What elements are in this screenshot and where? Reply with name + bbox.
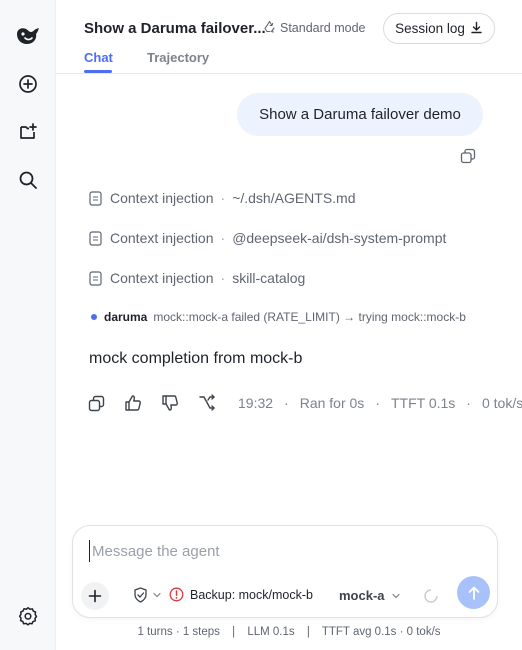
settings-icon[interactable] <box>14 602 42 630</box>
sidebar <box>0 0 56 650</box>
add-attachment-button[interactable] <box>81 582 109 610</box>
add-project-icon[interactable] <box>14 118 42 146</box>
message-input[interactable] <box>89 540 479 562</box>
context-injection-source: ~/.dsh/AGENTS.md <box>232 190 356 206</box>
thumbs-down-icon[interactable] <box>161 394 179 412</box>
ran-for: Ran for 0s <box>299 395 365 411</box>
token-rate: 0 tok/s <box>481 395 522 411</box>
thumbs-up-icon[interactable] <box>124 394 142 412</box>
status-dot <box>91 314 97 320</box>
context-injection-label: Context injection <box>110 230 214 246</box>
context-injection-row[interactable]: Context injection · @deepseek-ai/dsh-sys… <box>89 230 446 246</box>
user-message: Show a Daruma failover demo <box>237 93 483 136</box>
mode-indicator: Standard mode <box>263 20 365 36</box>
context-injection-row[interactable]: Context injection · skill-catalog <box>89 270 305 286</box>
document-icon <box>89 230 102 246</box>
composer: Backup: mock/mock-b mock-a <box>72 525 498 618</box>
chevron-down-icon <box>391 593 400 598</box>
failover-message: mock::mock-a failed (RATE_LIMIT) → tryin… <box>153 310 466 324</box>
arrow-up-icon <box>468 586 479 600</box>
page-title: Show a Daruma failover... <box>84 20 266 37</box>
failover-notice: daruma mock::mock-a failed (RATE_LIMIT) … <box>91 310 466 324</box>
recycle-icon <box>263 20 276 36</box>
document-icon <box>89 190 102 206</box>
session-log-button[interactable]: Session log <box>383 13 495 44</box>
tab-chat[interactable]: Chat <box>84 50 113 65</box>
warning-icon <box>169 587 184 602</box>
ttft-avg: TTFT avg 0.1s · 0 tok/s <box>321 626 441 638</box>
turn-steps: 1 turns · 1 steps <box>137 626 220 638</box>
send-button[interactable] <box>457 576 490 609</box>
assistant-message: mock completion from mock-b <box>89 350 303 367</box>
context-injection-label: Context injection <box>110 190 214 206</box>
failover-name: daruma <box>104 310 148 324</box>
context-injection-source: skill-catalog <box>232 270 306 286</box>
backup-model-indicator[interactable]: Backup: mock/mock-b <box>169 587 313 602</box>
new-chat-icon[interactable] <box>14 70 42 98</box>
model-selector[interactable]: mock-a <box>339 588 401 603</box>
download-icon <box>470 21 483 37</box>
whale-logo-icon[interactable] <box>14 22 42 50</box>
session-stats: 1 turns · 1 steps | LLM 0.1s | TTFT avg … <box>137 626 441 638</box>
permission-selector[interactable] <box>133 587 162 603</box>
loading-spinner-icon <box>423 588 439 609</box>
llm-time: LLM 0.1s <box>247 626 295 638</box>
context-injection-row[interactable]: Context injection · ~/.dsh/AGENTS.md <box>89 190 356 206</box>
copy-icon[interactable] <box>87 394 105 412</box>
tab-trajectory[interactable]: Trajectory <box>147 50 209 65</box>
ttft: TTFT 0.1s <box>390 395 456 411</box>
document-icon <box>89 270 102 286</box>
message-time: 19:32 <box>238 395 274 411</box>
shield-icon <box>134 587 147 603</box>
branch-icon[interactable] <box>198 394 216 412</box>
context-injection-label: Context injection <box>110 270 214 286</box>
active-tab-indicator <box>84 70 112 73</box>
model-name: mock-a <box>339 588 385 603</box>
mode-label: Standard mode <box>280 21 366 35</box>
session-log-label: Session log <box>395 21 465 36</box>
chevron-down-icon <box>153 592 161 598</box>
copy-icon[interactable] <box>460 148 476 169</box>
backup-label: Backup: mock/mock-b <box>190 587 313 602</box>
search-icon[interactable] <box>14 166 42 194</box>
context-injection-source: @deepseek-ai/dsh-system-prompt <box>232 230 447 246</box>
plus-icon <box>88 589 102 603</box>
message-actions: 19:32 · Ran for 0s · TTFT 0.1s · 0 tok/s <box>87 393 522 413</box>
header: Show a Daruma failover... Standard mode … <box>56 0 522 74</box>
